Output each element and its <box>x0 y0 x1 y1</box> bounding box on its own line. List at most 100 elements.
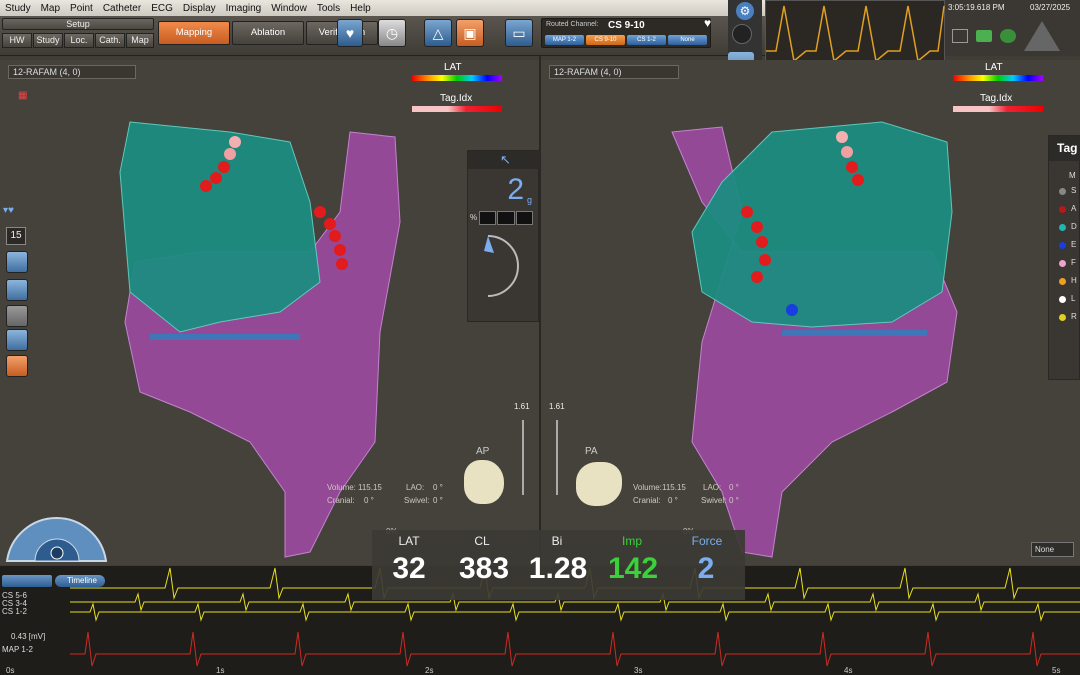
routed-chip-none[interactable]: None <box>668 35 707 45</box>
carto-app: Study Map Point Catheter ECG Display Ima… <box>0 0 1080 675</box>
left-tool-target-icon[interactable] <box>6 329 28 351</box>
right-zoom-slider[interactable] <box>556 420 558 495</box>
left-tool-cloud-icon[interactable] <box>6 305 28 327</box>
right-heart-model[interactable] <box>662 112 962 562</box>
right-tag-label: Tag.Idx <box>980 93 1013 104</box>
readout-bi-value: 1.28 <box>528 552 588 585</box>
force-arc <box>484 235 519 297</box>
left-lat-label: LAT <box>444 62 462 73</box>
ecg-toolbar-icons[interactable] <box>2 575 52 587</box>
right-orientation-label: PA <box>585 446 598 457</box>
readout-cl-label: CL <box>474 534 490 548</box>
left-tool-catheter-icon[interactable] <box>6 279 28 301</box>
left-lat-colorbar <box>412 75 502 81</box>
setup-map-button[interactable]: Map <box>126 33 154 48</box>
menu-study[interactable]: Study <box>0 3 36 14</box>
right-orientation-heart-icon[interactable] <box>576 462 622 506</box>
snapshot-tool-icon[interactable]: ▣ <box>456 19 484 47</box>
menu-imaging[interactable]: Imaging <box>221 3 267 14</box>
force-panel-header: ↖ <box>468 151 540 169</box>
left-volume-value: 115.15 <box>358 483 382 492</box>
menu-help[interactable]: Help <box>345 3 376 14</box>
right-zoom-label: 1.61 <box>549 402 565 411</box>
menu-display[interactable]: Display <box>178 3 221 14</box>
menu-window[interactable]: Window <box>266 3 312 14</box>
tag-legend-letter-8: R <box>1071 312 1077 321</box>
right-map-select[interactable]: 12-RAFAM (4, 0) <box>549 65 679 79</box>
ecg-tick-4s: 4s <box>844 666 853 675</box>
left-swivel-value: 0 ° <box>433 496 443 505</box>
force-direction-icon: ↖ <box>500 152 511 167</box>
right-swivel-label: Swivel: <box>701 496 727 505</box>
setup-study-button[interactable]: Study <box>33 33 63 48</box>
force-bars <box>479 211 533 225</box>
ecg-label-cs12: CS 1-2 <box>2 607 27 616</box>
menu-map[interactable]: Map <box>36 3 65 14</box>
readout-lat-value: 32 <box>392 552 426 585</box>
left-ventricle-mesh <box>119 121 321 333</box>
ecg-tick-0s: 0s <box>6 666 15 675</box>
left-tool-grid-icon[interactable] <box>6 251 28 273</box>
ecg-map-scale: 0.43 [mV] <box>11 632 46 641</box>
routed-channel-label: Routed Channel: <box>546 21 599 28</box>
tag-legend-dot-6 <box>1059 296 1066 303</box>
monitor-tool-icon[interactable]: ▭ <box>505 19 533 47</box>
setup-loc-button[interactable]: Loc. <box>64 33 94 48</box>
left-heart-model[interactable] <box>110 112 410 562</box>
routed-chip-cs12[interactable]: CS 1-2 <box>627 35 666 45</box>
ecg-label-map12: MAP 1-2 <box>2 645 33 654</box>
left-tool-number[interactable]: 15 <box>6 227 26 245</box>
readout-imp-label: Imp <box>621 534 642 548</box>
heart-filter-icon[interactable]: ▾♥ <box>3 205 14 216</box>
right-cranial-value: 0 ° <box>668 496 678 505</box>
setup-cath-button[interactable]: Cath. <box>95 33 125 48</box>
triangle-tool-icon[interactable]: △ <box>424 19 452 47</box>
menu-bar: Study Map Point Catheter ECG Display Ima… <box>0 0 765 16</box>
left-orientation-heart-icon[interactable] <box>464 460 504 504</box>
view-divider <box>539 56 541 566</box>
heart-beat-icon: ♥ <box>704 16 712 30</box>
mode-mapping-button[interactable]: Mapping <box>158 21 230 45</box>
mode-ablation-button[interactable]: Ablation <box>232 21 304 45</box>
left-tag-label: Tag.Idx <box>440 93 473 104</box>
readout-force-label: Force <box>691 534 723 548</box>
left-zoom-slider[interactable] <box>522 420 524 495</box>
right-lao-value: 0 ° <box>729 483 739 492</box>
force-percent-label: % <box>470 213 478 222</box>
clock-tool-icon[interactable]: ◷ <box>378 19 406 47</box>
screen-status-icon <box>952 29 968 43</box>
record-icon[interactable] <box>732 24 752 44</box>
right-lat-label: LAT <box>985 62 1003 73</box>
tag-legend-dot-0 <box>1059 188 1066 195</box>
ecg-tick-1s: 1s <box>216 666 225 675</box>
routed-channel-box[interactable]: Routed Channel: CS 9-10 MAP 1-2 CS 9-10 … <box>541 18 711 48</box>
left-tag-colorbar <box>412 106 502 112</box>
tag-legend-dot-7 <box>1059 314 1066 321</box>
setup-hw-button[interactable]: HW <box>2 33 32 48</box>
left-tool-pointer-icon[interactable] <box>6 355 28 377</box>
routed-chip-cs910[interactable]: CS 9-10 <box>586 35 625 45</box>
right-tag-colorbar <box>953 106 1043 112</box>
menu-ecg[interactable]: ECG <box>146 3 178 14</box>
tag-legend-letter-2: A <box>1071 204 1077 213</box>
right-ventricle-mesh <box>691 121 953 328</box>
left-grid-icon[interactable]: ▦ <box>18 90 27 101</box>
force-panel-value: 2 <box>507 173 524 206</box>
left-map-select[interactable]: 12-RAFAM (4, 0) <box>8 65 136 79</box>
menu-tools[interactable]: Tools <box>312 3 345 14</box>
setup-label: Setup <box>2 18 154 30</box>
readout-strip: LAT 32 CL 383 Bi 1.28 Imp 142 Force 2 <box>372 530 745 600</box>
timeline-button[interactable]: Timeline <box>55 575 105 587</box>
tag-legend-title: Tag <box>1049 136 1080 161</box>
menu-catheter[interactable]: Catheter <box>98 3 146 14</box>
tag-legend-dot-3 <box>1059 242 1066 249</box>
heart-map-tool-icon[interactable]: ♥ <box>337 19 363 47</box>
gear-icon[interactable]: ⚙ <box>736 2 754 20</box>
ecg-tick-2s: 2s <box>425 666 434 675</box>
navigation-compass[interactable] <box>5 503 108 563</box>
tag-legend-dot-2 <box>1059 224 1066 231</box>
none-select[interactable]: None <box>1031 542 1074 557</box>
menu-point[interactable]: Point <box>65 3 98 14</box>
routed-chip-map12[interactable]: MAP 1-2 <box>545 35 584 45</box>
check-status-icon <box>1024 21 1060 51</box>
